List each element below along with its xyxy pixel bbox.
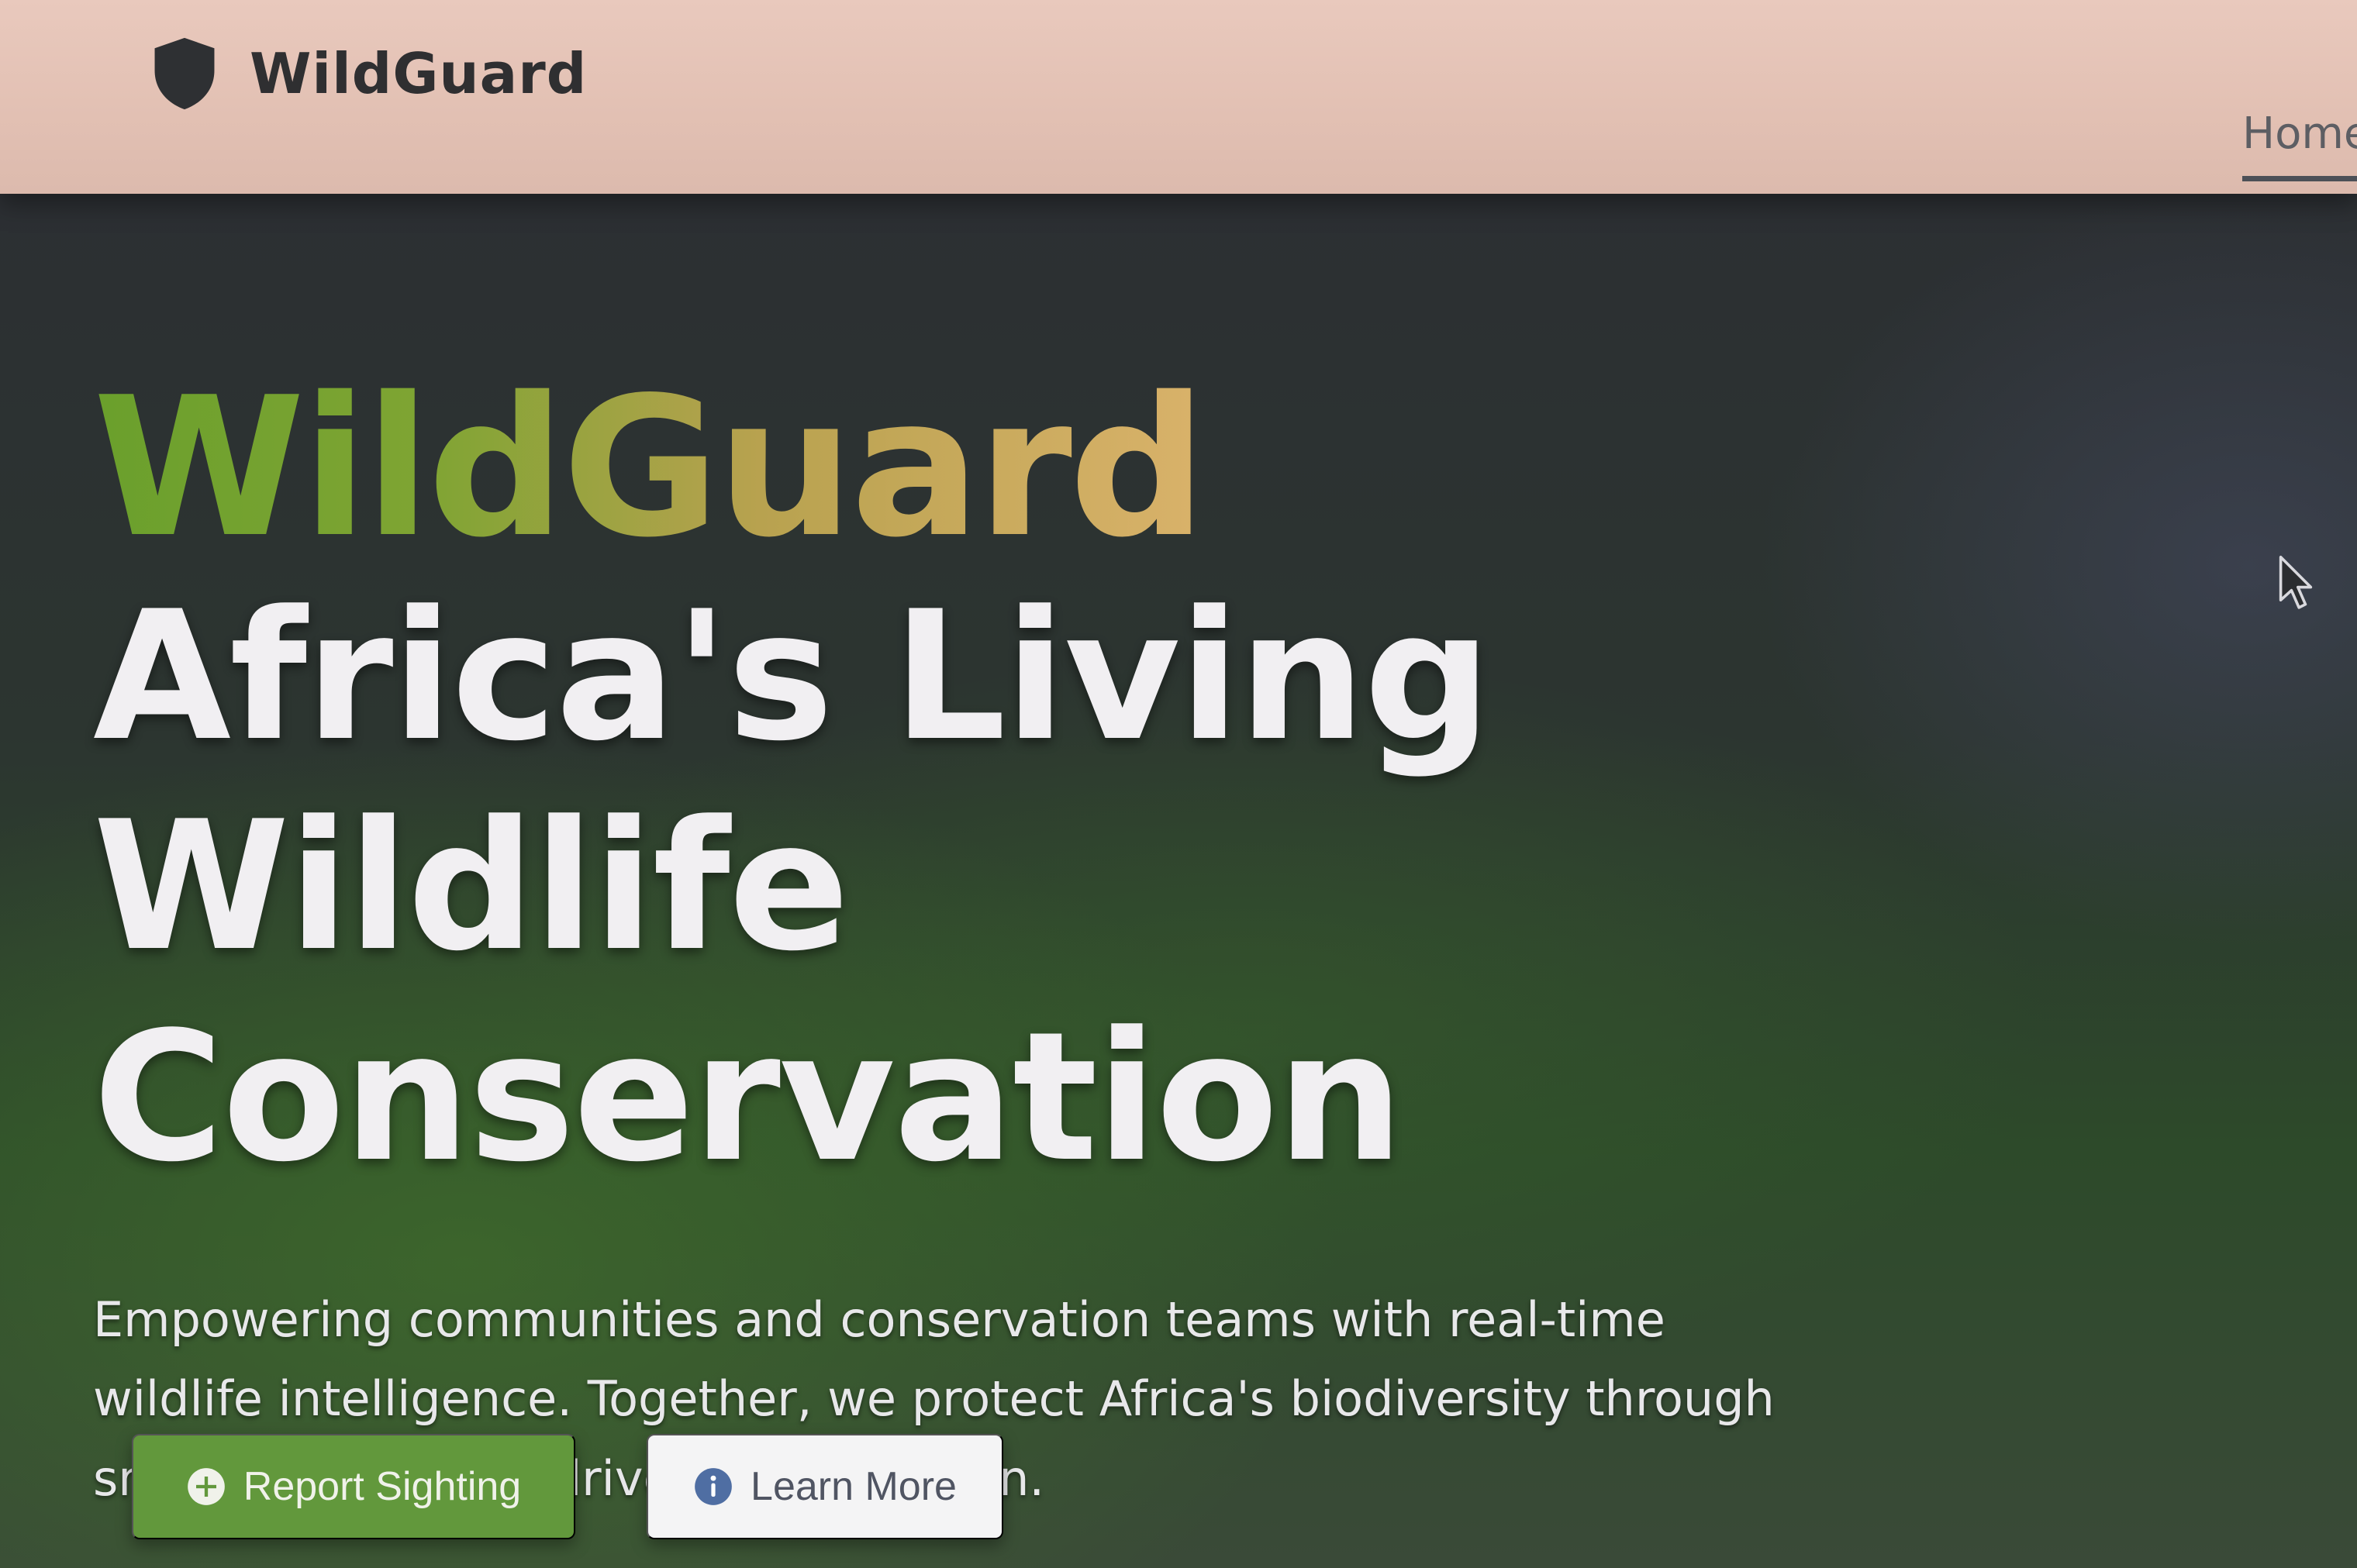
hero-brand-title: WildGuard: [93, 357, 1206, 580]
main-nav: Home: [2242, 109, 2357, 181]
hero-content: WildGuard Africa's Living Wildlife Conse…: [93, 372, 2186, 1518]
report-sighting-label: Report Sighting: [243, 1464, 522, 1509]
page: WildGuard Home WildGuard Africa's Living…: [0, 0, 2357, 1568]
learn-more-button[interactable]: Learn More: [647, 1434, 1003, 1539]
hero-actions: Report Sighting Learn More: [132, 1434, 1003, 1539]
site-header: WildGuard Home: [0, 0, 2357, 194]
hero-headline-line-2: Conservation: [93, 994, 1404, 1201]
brand-logo-link[interactable]: WildGuard: [147, 31, 587, 116]
hero-section: WildGuard Africa's Living Wildlife Conse…: [0, 178, 2357, 1568]
learn-more-label: Learn More: [751, 1464, 957, 1509]
hero-headline-line-1: Africa's Living Wildlife: [93, 574, 1492, 991]
plus-circle-icon: [187, 1468, 225, 1505]
nav-link-home[interactable]: Home: [2242, 109, 2357, 181]
hero-headline: Africa's Living Wildlife Conservation: [93, 572, 2186, 1203]
shield-icon: [154, 37, 215, 110]
brand-name: WildGuard: [250, 41, 588, 106]
info-circle-icon: [695, 1468, 732, 1505]
report-sighting-button[interactable]: Report Sighting: [132, 1434, 575, 1539]
mouse-cursor-icon: [2279, 555, 2313, 609]
